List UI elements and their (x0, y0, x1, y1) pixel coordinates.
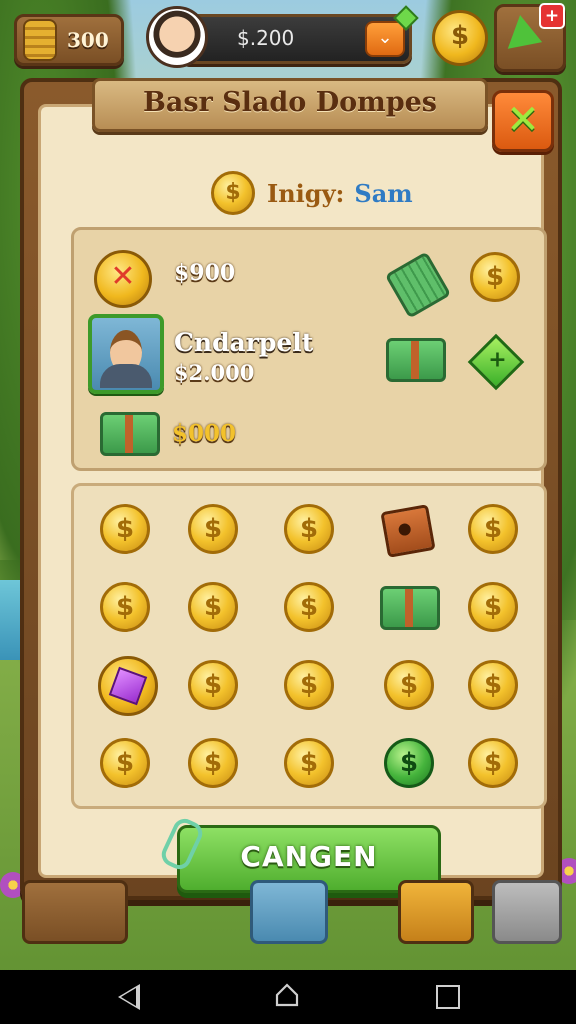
coin-item[interactable]: $ (100, 504, 150, 554)
player-info: $ Inigy: Sam (211, 171, 413, 215)
crate-item[interactable] (380, 504, 436, 558)
trade-panel: $ Inigy: Sam $900 $ Cndarpelt $2.000 + $0… (20, 78, 562, 900)
system-nav-bar (0, 970, 576, 1024)
money-dropdown-button[interactable]: ⌄ (365, 21, 405, 57)
bottom-tile-build[interactable] (22, 880, 128, 944)
coin-item[interactable]: $ (468, 582, 518, 632)
cash-stack-icon (386, 338, 446, 382)
offer-row2-value: $2.000 (174, 360, 255, 385)
player-name: Sam (354, 178, 413, 208)
resource-value: 300 (67, 28, 109, 52)
back-icon[interactable] (118, 984, 140, 1010)
offer-row2-name: Cndarpelt (174, 328, 314, 357)
close-icon: ✕ (506, 97, 540, 143)
coin-item[interactable]: $ (100, 738, 150, 788)
cancel-coin-icon[interactable] (94, 250, 152, 308)
coin-icon[interactable]: $ (470, 252, 520, 302)
plus-icon: + (488, 347, 507, 373)
home-icon[interactable] (274, 982, 300, 1008)
coin-item[interactable]: $ (468, 738, 518, 788)
money-counter[interactable]: $.200 ⌄ (180, 5, 419, 64)
chevron-down-icon: ⌄ (377, 27, 393, 48)
bottom-tile-tools[interactable] (492, 880, 562, 944)
offer-row3-value: $000 (172, 420, 237, 447)
coin-item[interactable]: $ (100, 582, 150, 632)
coin-item[interactable]: $ (284, 504, 334, 554)
cash-stack-icon (100, 412, 160, 456)
panel-title: Basr Slado Dompes (143, 87, 437, 118)
gem-coin-item[interactable] (98, 656, 158, 716)
coin-icon: $ (450, 21, 470, 51)
money-value: $.200 (237, 26, 295, 50)
coin-item[interactable]: $ (468, 504, 518, 554)
offer-row1-value: $900 (174, 260, 236, 286)
coin-item[interactable]: $ (284, 582, 334, 632)
coin-icon: $ (211, 171, 255, 215)
coin-item[interactable]: $ (188, 738, 238, 788)
bottom-tile-rewards[interactable] (398, 880, 474, 944)
bottom-tile-character[interactable] (250, 880, 328, 944)
cash-icon (384, 251, 452, 319)
close-button[interactable]: ✕ (492, 90, 554, 152)
cash-stack-item[interactable] (380, 586, 440, 630)
player-label: Inigy: (267, 178, 345, 208)
confirm-label: CANGEN (240, 840, 378, 873)
recent-apps-icon[interactable] (436, 985, 460, 1009)
panel-content: $ Inigy: Sam $900 $ Cndarpelt $2.000 + $0… (38, 104, 547, 893)
barrel-icon (23, 19, 57, 61)
play-button[interactable]: + (494, 3, 566, 72)
title-banner: Basr Slado Dompes (92, 78, 488, 132)
character-portrait[interactable] (88, 314, 164, 394)
offers-box: $900 $ Cndarpelt $2.000 + $000 (71, 227, 547, 471)
player-avatar[interactable] (146, 6, 208, 68)
resource-counter[interactable]: 300 (14, 14, 124, 66)
notification-badge: + (539, 3, 565, 29)
coin-item[interactable]: $ (284, 738, 334, 788)
coin-item[interactable]: $ (384, 660, 434, 710)
coin-item[interactable]: $ (188, 582, 238, 632)
coin-item[interactable]: $ (284, 660, 334, 710)
green-coin-item[interactable]: $ (384, 738, 434, 788)
add-gem-button[interactable]: + (467, 333, 525, 391)
coin-item[interactable]: $ (468, 660, 518, 710)
coin-item[interactable]: $ (188, 504, 238, 554)
item-grid: $ $ $ $ $ $ $ $ $ $ $ $ $ $ $ $ $ (71, 483, 547, 809)
coin-shop-button[interactable]: $ (432, 10, 488, 66)
coin-item[interactable]: $ (188, 660, 238, 710)
